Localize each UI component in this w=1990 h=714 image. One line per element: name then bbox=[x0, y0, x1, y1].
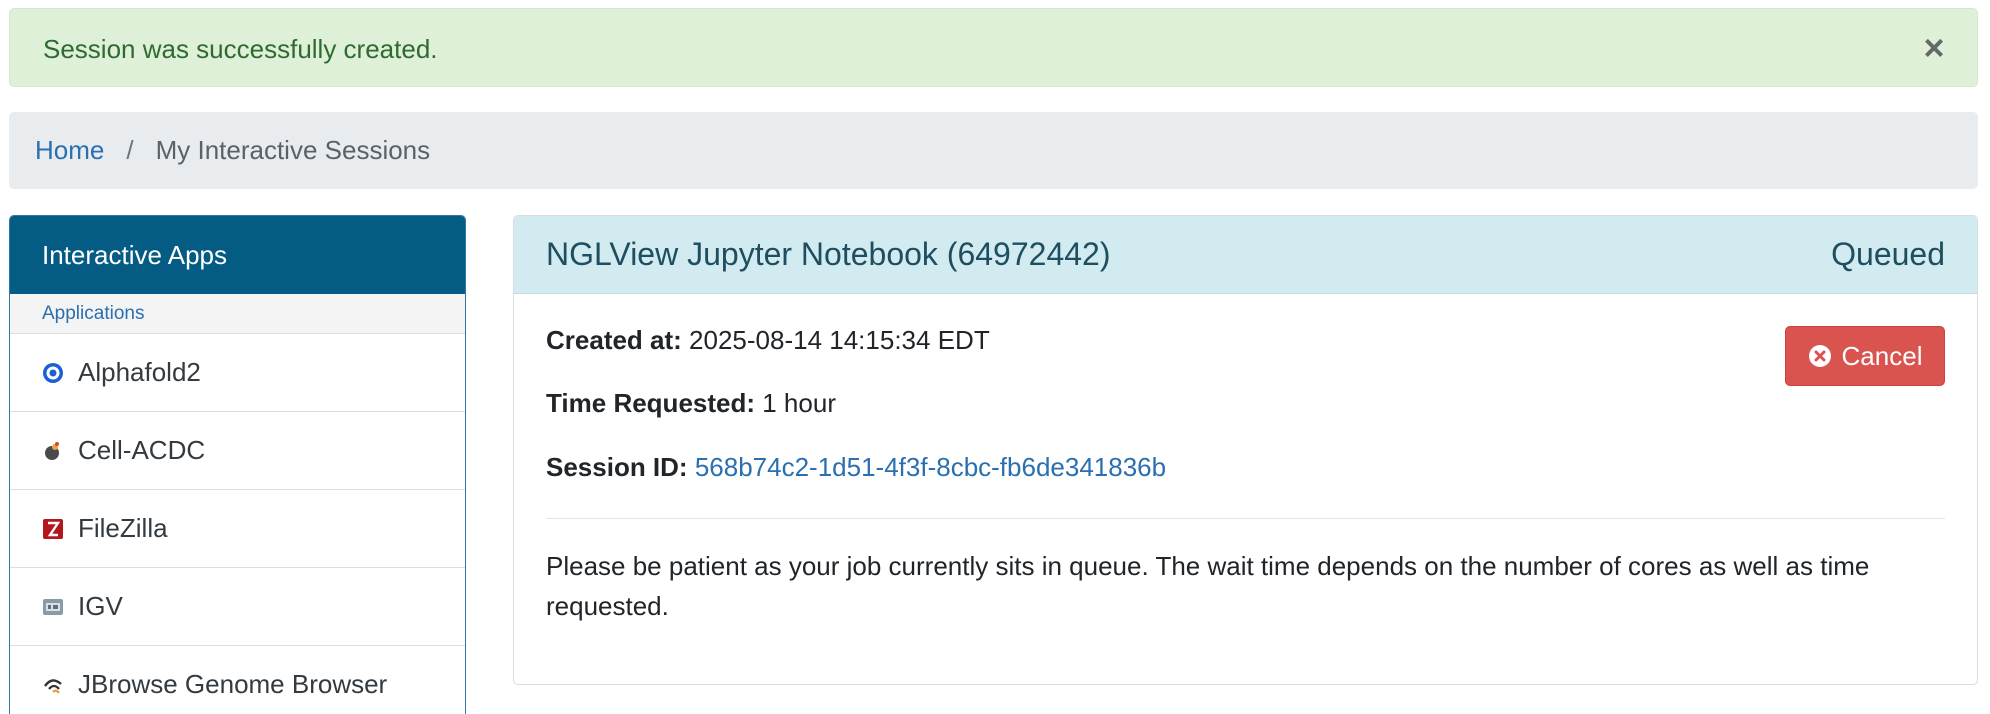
session-id-row: Session ID: 568b74c2-1d51-4f3f-8cbc-fb6d… bbox=[546, 452, 1166, 482]
session-card: NGLView Jupyter Notebook (64972442) Queu… bbox=[513, 215, 1978, 685]
time-requested-label: Time Requested: bbox=[546, 388, 763, 418]
sidebar-item-label: Cell-ACDC bbox=[78, 435, 206, 465]
alphafold-icon bbox=[42, 362, 64, 384]
session-id-label: Session ID: bbox=[546, 452, 695, 482]
sidebar-item-jbrowse[interactable]: JBrowse Genome Browser bbox=[10, 646, 465, 714]
sidebar-item-alphafold2[interactable]: Alphafold2 bbox=[10, 334, 465, 412]
close-icon[interactable]: × bbox=[1917, 30, 1951, 66]
session-title: NGLView Jupyter Notebook (64972442) bbox=[546, 236, 1111, 272]
sidebar-item-cell-acdc[interactable]: Cell-ACDC bbox=[10, 412, 465, 490]
alert-message: Session was successfully created. bbox=[43, 34, 438, 64]
filezilla-icon bbox=[42, 518, 64, 540]
session-card-header: NGLView Jupyter Notebook (64972442) Queu… bbox=[514, 216, 1977, 294]
divider bbox=[546, 518, 1945, 519]
sidebar-section-applications: Applications bbox=[10, 294, 465, 334]
status-badge: Queued bbox=[1831, 236, 1945, 272]
sidebar-item-label: Alphafold2 bbox=[78, 357, 201, 387]
breadcrumb-separator: / bbox=[126, 135, 134, 165]
sidebar-item-igv[interactable]: IGV bbox=[10, 568, 465, 646]
breadcrumb: Home / My Interactive Sessions bbox=[9, 112, 1978, 189]
page: Session was successfully created. × Home… bbox=[0, 0, 1990, 714]
breadcrumb-home-link[interactable]: Home bbox=[35, 135, 104, 166]
cell-acdc-icon bbox=[42, 440, 64, 462]
sidebar-item-label: IGV bbox=[78, 591, 123, 621]
igv-icon bbox=[42, 596, 64, 618]
interactive-apps-sidebar: Interactive Apps Applications Alphafold2… bbox=[9, 215, 466, 714]
close-circle-icon bbox=[1808, 344, 1832, 368]
created-at-row: Created at: 2025-08-14 14:15:34 EDT bbox=[546, 325, 990, 355]
created-at-label: Created at: bbox=[546, 325, 690, 355]
sidebar-title: Interactive Apps bbox=[10, 216, 465, 294]
cancel-button-label: Cancel bbox=[1841, 340, 1923, 371]
breadcrumb-current: My Interactive Sessions bbox=[155, 135, 431, 165]
created-at-value: 2025-08-14 14:15:34 EDT bbox=[689, 325, 990, 355]
session-id-link[interactable]: 568b74c2-1d51-4f3f-8cbc-fb6de341836b bbox=[695, 452, 1166, 482]
queue-message: Please be patient as your job currently … bbox=[546, 551, 1870, 621]
sidebar-item-filezilla[interactable]: FileZilla bbox=[10, 490, 465, 568]
jbrowse-icon bbox=[42, 674, 64, 696]
sidebar-item-label: JBrowse Genome Browser bbox=[78, 669, 388, 699]
time-requested-value: 1 hour bbox=[762, 388, 836, 418]
cancel-button[interactable]: Cancel bbox=[1785, 326, 1945, 386]
success-alert: Session was successfully created. × bbox=[9, 8, 1978, 87]
time-requested-row: Time Requested: 1 hour bbox=[546, 388, 836, 418]
sidebar-item-label: FileZilla bbox=[78, 513, 168, 543]
